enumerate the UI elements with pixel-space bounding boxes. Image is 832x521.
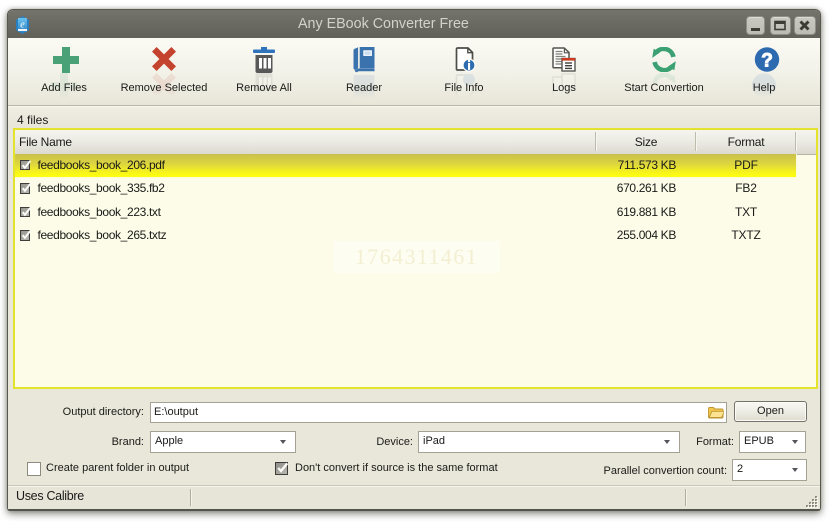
svg-text:?: ? <box>761 50 773 71</box>
svg-text:e: e <box>20 20 25 31</box>
